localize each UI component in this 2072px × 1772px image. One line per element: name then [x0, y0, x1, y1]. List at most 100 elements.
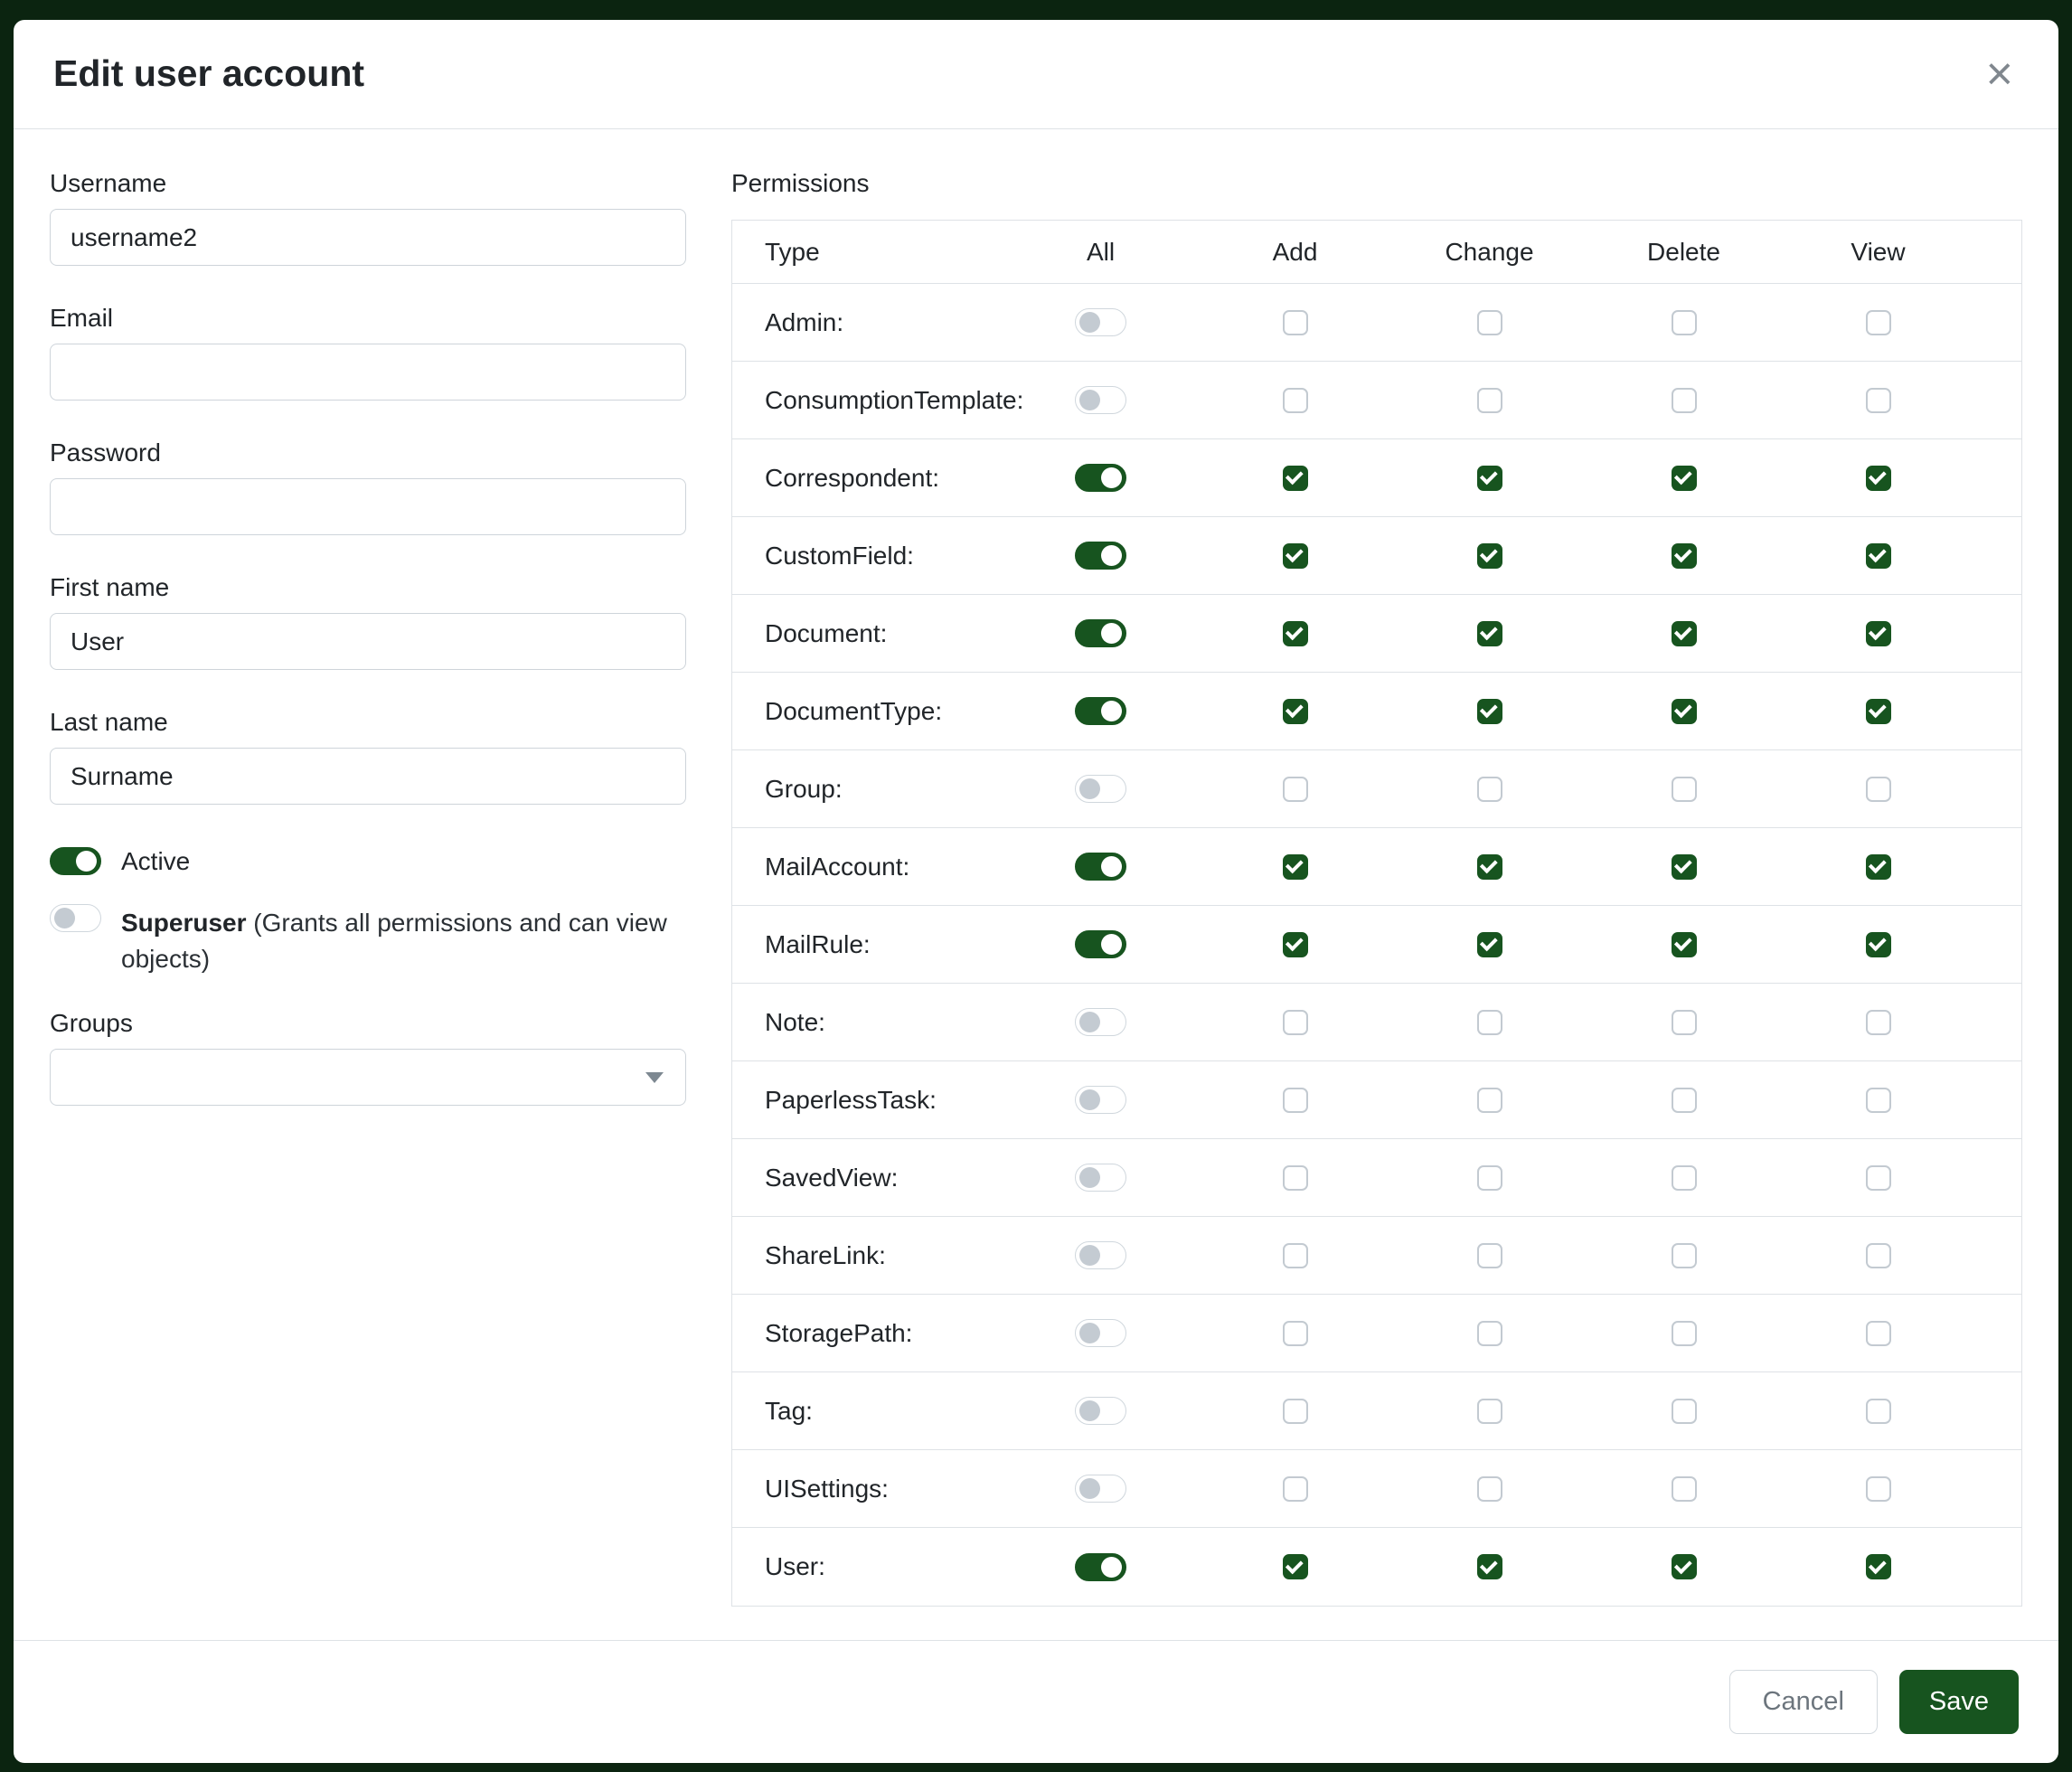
perm-type-label: Group: — [732, 775, 1003, 804]
perm-group-all-toggle[interactable] — [1075, 775, 1126, 803]
perm-user-all-toggle[interactable] — [1075, 1553, 1126, 1581]
perm-sharelink-add-checkbox[interactable] — [1283, 1243, 1308, 1268]
perm-paperlesstask-all-toggle[interactable] — [1075, 1086, 1126, 1114]
superuser-toggle[interactable] — [50, 904, 101, 932]
perm-documenttype-add-checkbox[interactable] — [1283, 699, 1308, 724]
perm-storagepath-change-checkbox[interactable] — [1477, 1321, 1502, 1346]
perm-mailrule-change-checkbox[interactable] — [1477, 932, 1502, 957]
perm-savedview-change-checkbox[interactable] — [1477, 1165, 1502, 1191]
email-field[interactable] — [50, 344, 686, 401]
perm-consumptiontemplate-delete-checkbox[interactable] — [1672, 388, 1697, 413]
cancel-button[interactable]: Cancel — [1729, 1670, 1878, 1734]
perm-storagepath-delete-checkbox[interactable] — [1672, 1321, 1697, 1346]
perm-note-view-checkbox[interactable] — [1866, 1010, 1891, 1035]
perm-customfield-change-checkbox[interactable] — [1477, 543, 1502, 569]
perm-uisettings-change-checkbox[interactable] — [1477, 1476, 1502, 1502]
perm-tag-add-checkbox[interactable] — [1283, 1399, 1308, 1424]
perm-admin-view-checkbox[interactable] — [1866, 310, 1891, 335]
perm-correspondent-all-toggle[interactable] — [1075, 464, 1126, 492]
perm-savedview-delete-checkbox[interactable] — [1672, 1165, 1697, 1191]
perm-document-add-checkbox[interactable] — [1283, 621, 1308, 646]
perm-correspondent-delete-checkbox[interactable] — [1672, 466, 1697, 491]
perm-group-add-checkbox[interactable] — [1283, 777, 1308, 802]
perm-uisettings-delete-checkbox[interactable] — [1672, 1476, 1697, 1502]
perm-paperlesstask-delete-checkbox[interactable] — [1672, 1088, 1697, 1113]
perm-correspondent-add-checkbox[interactable] — [1283, 466, 1308, 491]
perm-correspondent-view-checkbox[interactable] — [1866, 466, 1891, 491]
perm-sharelink-all-toggle[interactable] — [1075, 1241, 1126, 1269]
perm-correspondent-change-checkbox[interactable] — [1477, 466, 1502, 491]
perm-mailaccount-change-checkbox[interactable] — [1477, 854, 1502, 880]
perm-consumptiontemplate-add-checkbox[interactable] — [1283, 388, 1308, 413]
switch-knob — [76, 851, 97, 872]
perm-mailaccount-all-toggle[interactable] — [1075, 853, 1126, 881]
perm-admin-add-checkbox[interactable] — [1283, 310, 1308, 335]
perm-customfield-delete-checkbox[interactable] — [1672, 543, 1697, 569]
active-toggle[interactable] — [50, 847, 101, 875]
perm-tag-all-toggle[interactable] — [1075, 1397, 1126, 1425]
perm-storagepath-view-checkbox[interactable] — [1866, 1321, 1891, 1346]
perm-mailaccount-delete-checkbox[interactable] — [1672, 854, 1697, 880]
perm-admin-all-toggle[interactable] — [1075, 308, 1126, 336]
perm-tag-change-checkbox[interactable] — [1477, 1399, 1502, 1424]
perm-consumptiontemplate-view-checkbox[interactable] — [1866, 388, 1891, 413]
perm-mailaccount-add-checkbox[interactable] — [1283, 854, 1308, 880]
perm-savedview-view-checkbox[interactable] — [1866, 1165, 1891, 1191]
perm-uisettings-add-checkbox[interactable] — [1283, 1476, 1308, 1502]
perm-document-delete-checkbox[interactable] — [1672, 621, 1697, 646]
perm-savedview-add-checkbox[interactable] — [1283, 1165, 1308, 1191]
perm-documenttype-delete-checkbox[interactable] — [1672, 699, 1697, 724]
perm-consumptiontemplate-change-checkbox[interactable] — [1477, 388, 1502, 413]
perm-sharelink-view-checkbox[interactable] — [1866, 1243, 1891, 1268]
perm-paperlesstask-change-checkbox[interactable] — [1477, 1088, 1502, 1113]
perm-document-change-checkbox[interactable] — [1477, 621, 1502, 646]
perm-mailrule-view-checkbox[interactable] — [1866, 932, 1891, 957]
perm-documenttype-all-toggle[interactable] — [1075, 697, 1126, 725]
perm-user-add-checkbox[interactable] — [1283, 1554, 1308, 1579]
perm-customfield-view-checkbox[interactable] — [1866, 543, 1891, 569]
perm-admin-change-checkbox[interactable] — [1477, 310, 1502, 335]
perm-tag-view-checkbox[interactable] — [1866, 1399, 1891, 1424]
perm-user-delete-checkbox[interactable] — [1672, 1554, 1697, 1579]
perm-customfield-add-checkbox[interactable] — [1283, 543, 1308, 569]
perm-note-delete-checkbox[interactable] — [1672, 1010, 1697, 1035]
perm-mailaccount-view-checkbox[interactable] — [1866, 854, 1891, 880]
last-name-field[interactable] — [50, 748, 686, 805]
perm-customfield-all-toggle[interactable] — [1075, 542, 1126, 570]
perm-paperlesstask-add-checkbox[interactable] — [1283, 1088, 1308, 1113]
perm-group-delete-checkbox[interactable] — [1672, 777, 1697, 802]
perm-mailrule-all-toggle[interactable] — [1075, 930, 1126, 958]
perm-uisettings-view-checkbox[interactable] — [1866, 1476, 1891, 1502]
username-input[interactable] — [50, 209, 686, 266]
perm-document-view-checkbox[interactable] — [1866, 621, 1891, 646]
perm-user-view-checkbox[interactable] — [1866, 1554, 1891, 1579]
password-field[interactable] — [50, 478, 686, 535]
perm-document-all-toggle[interactable] — [1075, 619, 1126, 647]
last-name-label: Last name — [50, 708, 686, 737]
perm-mailrule-delete-checkbox[interactable] — [1672, 932, 1697, 957]
perm-documenttype-change-checkbox[interactable] — [1477, 699, 1502, 724]
first-name-field[interactable] — [50, 613, 686, 670]
perm-tag-delete-checkbox[interactable] — [1672, 1399, 1697, 1424]
perm-consumptiontemplate-all-toggle[interactable] — [1075, 386, 1126, 414]
groups-select[interactable] — [50, 1049, 686, 1106]
perm-uisettings-all-toggle[interactable] — [1075, 1475, 1126, 1503]
perm-admin-delete-checkbox[interactable] — [1672, 310, 1697, 335]
perm-note-change-checkbox[interactable] — [1477, 1010, 1502, 1035]
perm-storagepath-all-toggle[interactable] — [1075, 1319, 1126, 1347]
perm-paperlesstask-view-checkbox[interactable] — [1866, 1088, 1891, 1113]
perm-sharelink-delete-checkbox[interactable] — [1672, 1243, 1697, 1268]
perm-user-change-checkbox[interactable] — [1477, 1554, 1502, 1579]
perm-sharelink-change-checkbox[interactable] — [1477, 1243, 1502, 1268]
close-icon[interactable]: × — [1981, 51, 2019, 98]
perm-savedview-all-toggle[interactable] — [1075, 1164, 1126, 1192]
perm-group-change-checkbox[interactable] — [1477, 777, 1502, 802]
perm-type-label: StoragePath: — [732, 1319, 1003, 1348]
perm-group-view-checkbox[interactable] — [1866, 777, 1891, 802]
save-button[interactable]: Save — [1899, 1670, 2019, 1734]
perm-mailrule-add-checkbox[interactable] — [1283, 932, 1308, 957]
perm-note-add-checkbox[interactable] — [1283, 1010, 1308, 1035]
perm-documenttype-view-checkbox[interactable] — [1866, 699, 1891, 724]
perm-note-all-toggle[interactable] — [1075, 1008, 1126, 1036]
perm-storagepath-add-checkbox[interactable] — [1283, 1321, 1308, 1346]
